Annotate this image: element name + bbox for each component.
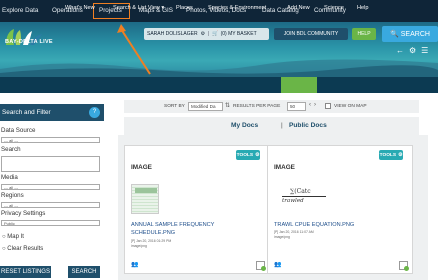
nav-explore-data[interactable]: Explore Data — [2, 7, 38, 14]
doc-tabs: My Docs | Public Docs — [124, 117, 419, 135]
search-filter-sidebar: Search and Filter ? Data Source --- all … — [0, 104, 104, 280]
secondary-nav — [0, 77, 438, 93]
subnav-add-new[interactable]: Add New — [287, 5, 310, 11]
sidebar-header: Search and Filter ? — [0, 104, 104, 121]
search-label: Search — [1, 146, 21, 153]
add-to-basket-icon[interactable] — [256, 261, 266, 271]
image-thumbnail[interactable] — [131, 184, 159, 214]
search-input[interactable] — [1, 156, 100, 172]
hills-graphic — [0, 59, 438, 77]
tools-button[interactable]: TOOLS ⚙ — [379, 150, 403, 160]
people-icon[interactable]: 👥 — [131, 261, 138, 268]
tab-public-docs[interactable]: Public Docs — [289, 122, 327, 129]
tab-my-docs[interactable]: My Docs — [231, 122, 258, 129]
doc-card[interactable]: TOOLS ⚙ IMAGE ANNUAL SAMPLE FREQUENCY SCH… — [124, 145, 270, 274]
regions-label: Regions — [1, 192, 24, 199]
tools-button[interactable]: TOOLS ⚙ — [236, 150, 260, 160]
clear-results-option[interactable]: ○ Clear Results — [2, 246, 43, 252]
divider: | — [208, 31, 210, 37]
menu-icon[interactable]: ☰ — [421, 46, 428, 55]
privacy-settings-label: Privacy Settings — [1, 210, 46, 217]
media-select[interactable]: --- all --- — [1, 184, 100, 190]
subnav-science[interactable]: Science — [324, 5, 344, 11]
subnav-search-list-label: Search & List View — [113, 5, 160, 11]
subnav-places[interactable]: Places — [176, 5, 193, 11]
media-label: Media — [1, 174, 18, 181]
sort-bar: SORT BY Modified Da ⇅ RESULTS PER PAGE 5… — [124, 100, 419, 113]
card-title-line2[interactable]: SCHEDULE.PNG — [131, 230, 175, 237]
my-basket-label[interactable]: (0) MY BASKET — [221, 31, 257, 37]
sort-by-label: SORT BY — [164, 104, 185, 109]
people-icon[interactable]: 👥 — [274, 261, 281, 268]
card-date: [P] Jan 20, 2016 11:07 AM — [274, 230, 314, 234]
radio-icon: ○ — [2, 234, 6, 240]
map-it-label: Map It — [7, 234, 24, 240]
formula-top: ∑(Catc — [290, 188, 311, 195]
view-on-map-label: VIEW ON MAP — [334, 104, 367, 109]
help-circle-icon[interactable]: ? — [89, 107, 100, 118]
clear-results-label: Clear Results — [7, 246, 44, 252]
thumbnail-header — [135, 188, 157, 193]
data-source-label: Data Source — [1, 127, 36, 134]
card-type: IMAGE — [274, 164, 295, 171]
card-title-line1[interactable]: TRAWL CPUE EQUATION.PNG — [274, 222, 354, 229]
formula-bottom: trawled — [282, 198, 304, 204]
sidebar-title: Search and Filter — [2, 109, 51, 116]
top-nav: Explore Data Operations Projects Maps & … — [0, 0, 438, 22]
sidebar-search-button[interactable]: SEARCH — [68, 266, 100, 278]
gear-icon: ⚙ — [255, 152, 260, 158]
chevron-down-icon: ▾ — [161, 5, 165, 11]
subnav-whats-new[interactable]: What's New — [65, 5, 95, 11]
gear-icon: ⚙ — [398, 152, 403, 158]
card-date: [P] Jan 20, 2016 01:29 PM — [131, 239, 172, 243]
reset-listings-button[interactable]: RESET LISTINGS — [0, 266, 51, 278]
doc-card[interactable]: TOOLS ⚙ IMAGE ∑(Catc trawled TRAWL CPUE E… — [267, 145, 413, 274]
sort-order-icon[interactable]: ⇅ — [225, 102, 230, 109]
add-new-active-bg — [281, 77, 317, 93]
tools-label: TOOLS — [379, 152, 397, 158]
header-controls: ← ⚙ ☰ — [396, 46, 428, 55]
card-title-line1[interactable]: ANNUAL SAMPLE FREQUENCY — [131, 222, 214, 229]
gear-icon[interactable]: ⚙ — [201, 31, 205, 37]
basket-icon[interactable]: 🛒 — [212, 31, 218, 37]
subnav-search-list-view[interactable]: Search & List View ▾ — [113, 5, 164, 11]
add-to-basket-icon[interactable] — [399, 261, 409, 271]
subnav-help[interactable]: Help — [357, 5, 369, 11]
privacy-select[interactable]: Public — [1, 220, 100, 226]
help-button[interactable]: HELP — [352, 28, 376, 40]
results-per-page-label: RESULTS PER PAGE — [233, 104, 281, 109]
user-pill[interactable]: SARAH DOLISLAGER ⚙ | 🛒 (0) MY BASKET — [144, 28, 269, 40]
regions-select[interactable]: --- all --- — [1, 202, 100, 208]
view-on-map-checkbox[interactable] — [325, 103, 331, 109]
header-search-label: SEARCH — [400, 30, 430, 38]
results-per-page-select[interactable]: 50 — [287, 102, 306, 111]
data-source-select[interactable]: --- all --- — [1, 137, 100, 143]
join-community-button[interactable]: JOIN BDL COMMUNITY — [274, 28, 348, 40]
map-it-option[interactable]: ○ Map It — [2, 234, 24, 240]
user-name[interactable]: SARAH DOLISLAGER — [147, 31, 198, 37]
header-banner: BAY-DELTA LIVE SARAH DOLISLAGER ⚙ | 🛒 (0… — [0, 22, 438, 77]
card-mime: image/png — [274, 235, 290, 239]
back-arrow-icon[interactable]: ← — [396, 46, 404, 55]
card-mime: image/png — [131, 244, 147, 248]
settings-icon[interactable]: ⚙ — [409, 46, 416, 55]
fraction-line — [282, 196, 326, 197]
tools-label: TOOLS — [236, 152, 254, 158]
next-page-icon[interactable]: › — [314, 102, 316, 108]
card-type: IMAGE — [131, 164, 152, 171]
logo-text: BAY-DELTA LIVE — [5, 39, 53, 45]
tab-separator: | — [281, 122, 283, 129]
sort-by-select[interactable]: Modified Da — [188, 102, 223, 111]
prev-page-icon[interactable]: ‹ — [309, 102, 311, 108]
image-thumbnail[interactable]: ∑(Catc trawled — [276, 186, 332, 208]
radio-icon: ○ — [2, 246, 6, 252]
search-icon: 🔍 — [390, 31, 399, 38]
header-search-button[interactable]: 🔍 SEARCH — [382, 26, 438, 42]
subnav-species-environment[interactable]: Species & Environment — [208, 5, 266, 11]
